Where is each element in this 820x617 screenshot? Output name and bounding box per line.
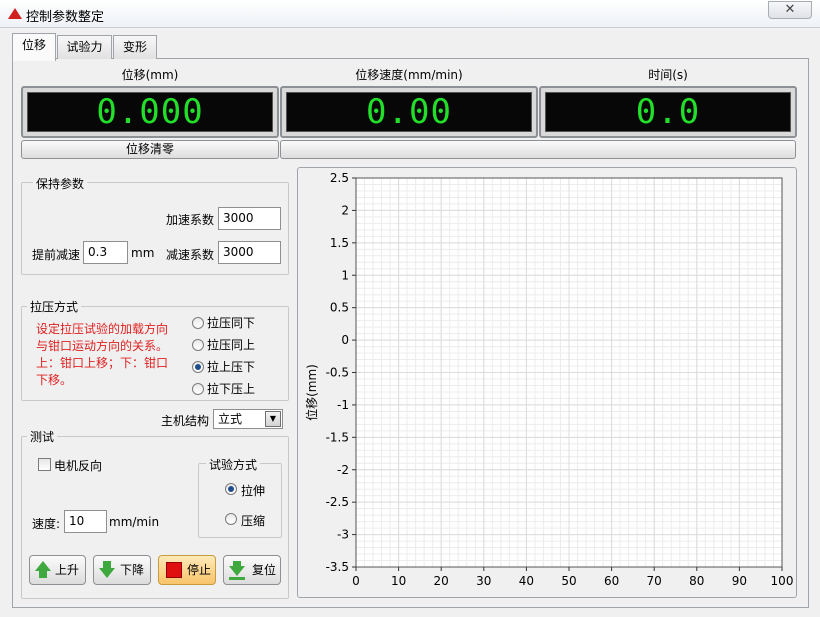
speed-unit: mm/min [109,515,160,529]
method-radio-tension[interactable] [225,483,237,495]
x-tick-label: 40 [519,574,534,588]
displacement-label: 位移(mm) [121,68,179,82]
x-tick-label: 30 [476,574,491,588]
reset-icon [229,566,245,576]
motor-reverse-checkbox[interactable] [38,458,51,471]
x-tick-label: 50 [561,574,576,588]
chart-grid [355,177,783,568]
reset-button-label: 复位 [252,563,277,577]
advance-unit: mm [131,246,155,260]
method-group [198,463,282,538]
mode-note-2: 与钳口运动方向的关系。 [36,339,169,353]
x-tick-label: 90 [732,574,747,588]
close-button[interactable]: ✕ [768,1,812,19]
displacement-display: 0.000 [21,86,279,138]
x-tick-label: 100 [771,574,794,588]
time-value: 0.0 [545,92,791,132]
arrow-down-icon [99,568,115,578]
method-title: 试验方式 [206,456,261,473]
advance-decel-label: 提前减速 [32,248,81,262]
y-tick-label: 2.5 [330,171,349,185]
method-tension-label[interactable]: 拉伸 [241,482,265,499]
mode-note-4: 下移。 [36,373,73,387]
window-title: 控制参数整定 [26,10,105,25]
blank-bar [280,140,796,159]
advance-decel-field[interactable]: 0.3 [83,241,128,264]
structure-select[interactable]: 立式 ▼ [213,409,283,429]
tab-deformation[interactable]: 变形 [113,35,157,59]
time-display: 0.0 [539,86,797,138]
y-tick-label: 2 [341,203,349,217]
decel-field[interactable]: 3000 [218,241,281,264]
motor-reverse-label[interactable]: 电机反向 [54,457,102,474]
method-radio-compression[interactable] [225,513,237,525]
mode-option-2[interactable]: 拉压同上 [207,336,255,353]
y-tick-label: -3 [337,528,349,542]
x-tick-label: 70 [647,574,662,588]
app-logo-icon [8,8,22,19]
y-tick-label: -2.5 [326,495,349,509]
x-tick-label: 60 [604,574,619,588]
arrow-up-stem [39,570,47,578]
structure-value: 立式 [218,412,243,426]
mode-radio-4[interactable] [192,383,204,395]
mode-option-4[interactable]: 拉下压上 [207,380,255,397]
speed-value: 0.00 [286,92,532,132]
time-label: 时间(s) [648,68,688,82]
mode-option-1[interactable]: 拉压同下 [207,314,255,331]
up-button[interactable]: 上升 [29,555,86,585]
chevron-down-icon[interactable]: ▼ [265,411,281,427]
y-ticks: 2.5 2 1.5 1 0.5 0 -0.5 -1 -1.5 -2 -2.5 -3 -3.5 [326,171,356,574]
mode-radio-1[interactable] [192,317,204,329]
speed-label: 位移速度(mm/min) [355,68,463,82]
y-tick-label: 0.5 [330,301,349,315]
y-tick-label: 0 [341,333,349,347]
mode-radio-3[interactable] [192,361,204,373]
y-tick-label: 1.5 [330,236,349,250]
y-tick-label: -3.5 [326,560,349,574]
x-tick-label: 0 [352,574,360,588]
x-ticks: 0 10 20 30 40 50 60 70 80 90 100 [352,567,793,588]
mode-note-1: 设定拉压试验的加载方向 [36,322,169,336]
mode-option-3[interactable]: 拉上压下 [207,358,255,375]
stop-button-label: 停止 [187,563,212,577]
tab-test-force[interactable]: 试验力 [57,35,112,59]
tab-displacement[interactable]: 位移 [12,33,56,61]
mode-radio-2[interactable] [192,339,204,351]
stop-button[interactable]: 停止 [158,555,216,585]
reset-bar [229,577,245,580]
accel-label: 加速系数 [166,213,215,227]
down-button[interactable]: 下降 [93,555,151,585]
x-tick-label: 10 [391,574,406,588]
down-button-label: 下降 [120,563,145,577]
stop-icon [166,562,182,578]
structure-label: 主机结构 [161,414,210,428]
displacement-value: 0.000 [27,92,273,132]
title-bar [0,0,820,28]
y-tick-label: 1 [341,268,349,282]
mode-title: 拉压方式 [27,298,82,315]
mode-note-3: 上：钳口上移；下：钳口 [36,356,169,370]
y-tick-label: -1 [337,398,349,412]
x-tick-label: 20 [434,574,449,588]
method-compression-label[interactable]: 压缩 [241,512,265,529]
accel-field[interactable]: 3000 [218,207,281,230]
displacement-chart: 2.5 2 1.5 1 0.5 0 -0.5 -1 -1.5 -2 -2.5 -3 -3.5 0 10 20… [304,171,793,588]
decel-label: 减速系数 [166,248,215,262]
test-title: 测试 [27,428,58,445]
y-tick-label: -1.5 [326,430,349,444]
reset-button[interactable]: 复位 [223,555,281,585]
hold-params-title: 保持参数 [33,175,88,192]
y-tick-label: -2 [337,463,349,477]
speed-field[interactable]: 10 [64,510,107,533]
up-button-label: 上升 [55,563,80,577]
x-tick-label: 80 [689,574,704,588]
y-tick-label: -0.5 [326,366,349,380]
speed-display: 0.00 [280,86,538,138]
speed-input-label: 速度: [32,517,61,531]
y-axis-label: 位移(mm) [304,364,319,421]
zero-displacement-button[interactable]: 位移清零 [21,140,279,159]
